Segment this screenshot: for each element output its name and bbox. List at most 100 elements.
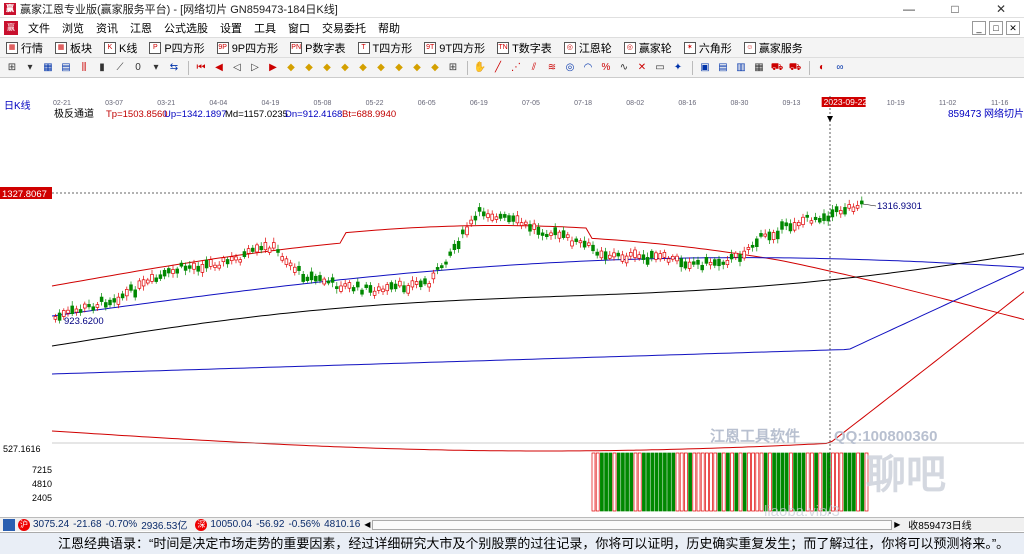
layout-icon[interactable]: ⊞ [4, 61, 20, 75]
grid-draw-icon[interactable]: ⊞ [445, 61, 461, 75]
candle-body [179, 262, 184, 267]
panel-icon-2[interactable]: ▤ [715, 61, 731, 75]
menu-formula[interactable]: 公式选股 [158, 20, 214, 36]
mdi-close-button[interactable]: ✕ [1006, 21, 1020, 35]
separator [692, 60, 693, 75]
toolbar-t-square-button[interactable]: T T四方形 [352, 40, 419, 56]
menu-help[interactable]: 帮助 [372, 20, 406, 36]
truck-icon[interactable]: ⛟ [787, 61, 803, 75]
diamond-icon-1[interactable]: ◆ [283, 61, 299, 75]
line-icon[interactable]: ⟋ [112, 61, 128, 75]
toolbar-winner-wheel-button[interactable]: ◎ 赢家轮 [618, 40, 678, 56]
toolbar-t-number-button[interactable]: TN T数字表 [491, 40, 558, 56]
toolbar-9t-square-button[interactable]: 9T 9T四方形 [418, 40, 491, 56]
toolbar-hexagon-button[interactable]: ✶ 六角形 [678, 40, 738, 56]
candle-body [469, 219, 473, 225]
arc-icon[interactable]: ◠ [580, 61, 596, 75]
candle-body [263, 242, 268, 251]
scroll-left-icon[interactable]: ◀ [364, 520, 372, 529]
close-button[interactable]: ✕ [978, 0, 1024, 18]
panel-icon-4[interactable]: ▦ [751, 61, 767, 75]
mdi-restore-button[interactable]: □ [989, 21, 1003, 35]
forward-icon[interactable]: ▷ [247, 61, 263, 75]
mdi-minimize-button[interactable]: _ [972, 21, 986, 35]
diamond-icon-5[interactable]: ◆ [355, 61, 371, 75]
bars-icon[interactable]: ⫼ [76, 61, 92, 75]
panel-icon-1[interactable]: ▣ [697, 61, 713, 75]
gann-fan-icon[interactable]: ✕ [634, 61, 650, 75]
toolbar-kline-button[interactable]: K K线 [98, 40, 143, 56]
horizontal-scrollbar[interactable] [372, 519, 893, 530]
first-icon[interactable]: ⏮ [193, 61, 209, 75]
candle-body [213, 264, 217, 268]
candle-body [620, 254, 625, 262]
menu-trade[interactable]: 交易委托 [316, 20, 372, 36]
toolbar-service-button[interactable]: ☺ 赢家服务 [738, 40, 809, 56]
winner-wheel-icon: ◎ [623, 41, 636, 54]
toolbar-sector-button[interactable]: ▦ 板块 [49, 40, 98, 56]
diamond-icon-7[interactable]: ◆ [391, 61, 407, 75]
menu-app-icon[interactable]: 赢 [4, 20, 18, 35]
trendline-icon[interactable]: ╱ [490, 61, 506, 75]
cycle-icon[interactable]: ◎ [562, 61, 578, 75]
percent-icon[interactable]: % [598, 61, 614, 75]
menu-browse[interactable]: 浏览 [56, 20, 90, 36]
toolbar-quotes-button[interactable]: ▦ 行情 [0, 40, 49, 56]
diamond-icon-3[interactable]: ◆ [319, 61, 335, 75]
candle-body [507, 215, 511, 223]
candle-body [267, 247, 272, 253]
chart-icon[interactable]: ▤ [58, 61, 74, 75]
dropdown-icon[interactable]: ▾ [22, 61, 38, 75]
prev-icon[interactable]: ◀ [211, 61, 227, 75]
menu-file[interactable]: 文件 [22, 20, 56, 36]
toolbar-gann-wheel-button[interactable]: ◎ 江恩轮 [558, 40, 618, 56]
diamond-icon-9[interactable]: ◆ [427, 61, 443, 75]
candle-body [356, 281, 360, 288]
candle-body [70, 305, 74, 314]
candle-body [591, 244, 595, 252]
menu-window[interactable]: 窗口 [282, 20, 316, 36]
menu-gann[interactable]: 江恩 [124, 20, 158, 36]
diamond-icon-6[interactable]: ◆ [373, 61, 389, 75]
toolbar-p-square-button[interactable]: P P四方形 [143, 40, 210, 56]
maximize-button[interactable]: □ [932, 0, 978, 18]
code-label: 859473 [948, 109, 982, 120]
wave-icon[interactable]: ∿ [616, 61, 632, 75]
globe-icon[interactable]: ◐ [814, 61, 830, 75]
fan-icon[interactable]: ⋰ [508, 61, 524, 75]
diamond-icon-4[interactable]: ◆ [337, 61, 353, 75]
candle-body [276, 249, 280, 253]
zero-icon[interactable]: 0 [130, 61, 146, 75]
candle-body [482, 211, 486, 217]
panel-icon-3[interactable]: ▥ [733, 61, 749, 75]
status-right-label: 收859473日线 [908, 521, 972, 532]
box-icon[interactable]: ▭ [652, 61, 668, 75]
status-grid-icon[interactable] [3, 518, 15, 531]
toolbar-p-number-button[interactable]: PN P数字表 [284, 40, 351, 56]
menu-tools[interactable]: 工具 [248, 20, 282, 36]
candle-icon[interactable]: ▮ [94, 61, 110, 75]
scroll-right-icon[interactable]: ▶ [894, 520, 902, 529]
fib-icon[interactable]: ≋ [544, 61, 560, 75]
chart-svg[interactable]: 日K线 极反通道 Tp=1503.8560 Up=1342.1897 Md=11… [0, 96, 1024, 520]
candle-body [767, 231, 772, 241]
kline-chart[interactable]: 日K线 极反通道 Tp=1503.8560 Up=1342.1897 Md=11… [0, 96, 1024, 520]
compare-icon[interactable]: ⇆ [166, 61, 182, 75]
menu-settings[interactable]: 设置 [214, 20, 248, 36]
infinity-icon[interactable]: ∞ [832, 61, 848, 75]
minimize-button[interactable]: — [886, 0, 932, 18]
zero-dropdown-icon[interactable]: ▾ [148, 61, 164, 75]
diamond-icon-2[interactable]: ◆ [301, 61, 317, 75]
next-icon[interactable]: ▶ [265, 61, 281, 75]
menu-news[interactable]: 资讯 [90, 20, 124, 36]
car-icon[interactable]: ⛟ [769, 61, 785, 75]
watermark-qq: QQ:100800360 [834, 428, 937, 445]
mark-icon[interactable]: ✦ [670, 61, 686, 75]
channel-icon[interactable]: ⫽ [526, 61, 542, 75]
hand-icon[interactable]: ✋ [472, 61, 488, 75]
back-icon[interactable]: ◁ [229, 61, 245, 75]
grid-icon[interactable]: ▦ [40, 61, 56, 75]
diamond-icon-8[interactable]: ◆ [409, 61, 425, 75]
toolbar-9p-square-button[interactable]: 9P 9P四方形 [211, 40, 284, 56]
candle-body [540, 232, 545, 236]
